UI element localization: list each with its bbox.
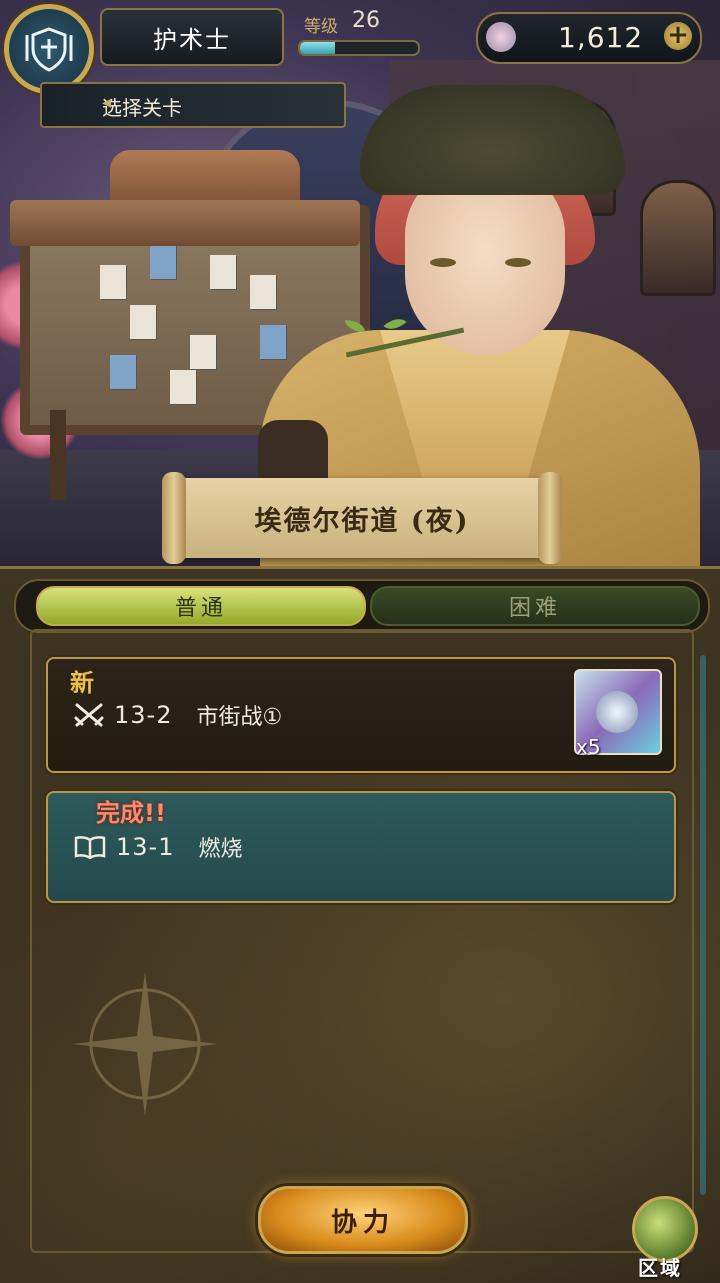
shield-icon bbox=[25, 27, 73, 72]
new-badge: 新 bbox=[70, 669, 94, 697]
add-currency-button[interactable]: + bbox=[664, 22, 692, 50]
job-name: 护术士 bbox=[153, 25, 231, 54]
area-title: 埃德尔街道 (夜) bbox=[254, 505, 470, 537]
reward-orb-icon bbox=[596, 691, 638, 733]
level-progress-bar bbox=[298, 40, 420, 56]
difficulty-tabs: 普通 困难 bbox=[14, 579, 710, 633]
stage-line: 13-2 市街战① bbox=[74, 699, 282, 731]
scrollbar[interactable] bbox=[700, 655, 706, 1195]
stage-number: 13-2 bbox=[114, 701, 173, 729]
stage-card-13-1[interactable]: 完成!! 13-1 燃烧 bbox=[46, 791, 676, 903]
compass-icon bbox=[73, 972, 217, 1116]
gem-icon bbox=[486, 22, 516, 52]
stage-list-panel: 普通 困难 新 13-2 市街战① x5 完成!! 13-1 燃烧 bbox=[0, 566, 720, 1283]
coop-button[interactable]: 协力 bbox=[258, 1186, 468, 1254]
currency-display: 1,612 + bbox=[476, 12, 702, 64]
stage-number: 13-1 bbox=[116, 833, 175, 861]
coop-label: 协力 bbox=[330, 1207, 395, 1238]
level-value: 26 bbox=[352, 8, 380, 33]
reward-item[interactable]: x5 bbox=[574, 669, 662, 759]
crossed-swords-icon bbox=[74, 703, 104, 727]
job-name-plate: 护术士 bbox=[100, 8, 284, 66]
level-indicator: 等级 26 bbox=[294, 6, 424, 62]
level-progress-fill bbox=[300, 42, 336, 54]
region-button[interactable]: 区域 bbox=[620, 1196, 712, 1280]
stage-card-13-2[interactable]: 新 13-2 市街战① x5 bbox=[46, 657, 676, 773]
region-label: 区域 bbox=[638, 1256, 682, 1280]
stage-title: 燃烧 bbox=[198, 837, 243, 862]
stage-select-button[interactable]: 选择关卡 ◂ bbox=[40, 82, 346, 128]
tab-hard[interactable]: 困难 bbox=[370, 586, 700, 626]
level-label: 等级 bbox=[304, 17, 338, 37]
currency-value: 1,612 bbox=[558, 21, 644, 54]
open-book-icon bbox=[74, 836, 106, 859]
completed-badge: 完成!! bbox=[96, 799, 166, 827]
job-emblem-button[interactable] bbox=[4, 4, 94, 94]
reward-quantity: x5 bbox=[576, 735, 601, 759]
tab-normal[interactable]: 普通 bbox=[36, 586, 366, 626]
area-title-scroll: 埃德尔街道 (夜) bbox=[162, 472, 562, 564]
stage-line: 13-1 燃烧 bbox=[74, 831, 242, 863]
top-bar: 护术士 等级 26 1,612 + 选择关卡 ◂ bbox=[0, 0, 720, 128]
tab-hard-label: 困难 bbox=[508, 596, 561, 621]
chevron-left-icon: ◂ bbox=[102, 92, 112, 113]
stage-title: 市街战① bbox=[196, 705, 283, 730]
tab-normal-label: 普通 bbox=[174, 596, 227, 621]
